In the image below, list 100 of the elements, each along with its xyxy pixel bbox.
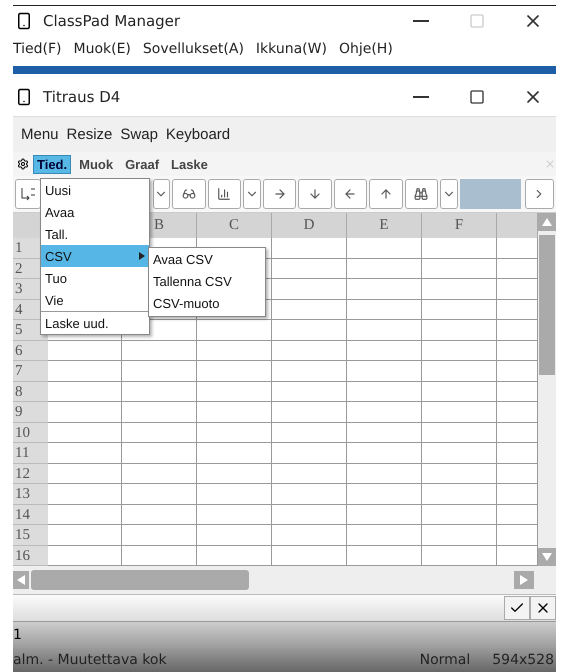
horizontal-scrollbar[interactable] — [13, 566, 556, 594]
table-cell[interactable] — [497, 402, 538, 422]
table-cell[interactable] — [122, 422, 197, 443]
table-cell[interactable] — [422, 258, 497, 279]
table-cell[interactable] — [122, 484, 197, 504]
table-cell[interactable] — [422, 546, 497, 566]
menu-item[interactable]: Avaa — [41, 201, 149, 223]
menu-item[interactable]: Avaa CSV — [149, 249, 265, 271]
table-cell[interactable] — [347, 258, 422, 279]
table-cell[interactable] — [422, 300, 497, 320]
table-cell[interactable] — [197, 525, 272, 546]
table-cell[interactable] — [422, 279, 497, 300]
table-cell[interactable] — [347, 361, 422, 382]
table-cell[interactable] — [347, 525, 422, 546]
table-cell[interactable] — [347, 504, 422, 525]
table-cell[interactable] — [347, 422, 422, 443]
table-cell[interactable] — [272, 525, 347, 546]
vertical-scrollbar[interactable] — [538, 213, 556, 566]
scroll-right-button[interactable] — [524, 179, 554, 209]
menu-tab[interactable]: Tied. — [33, 154, 72, 174]
toolbar-button[interactable] — [15, 179, 41, 209]
table-cell[interactable] — [122, 546, 197, 566]
table-cell[interactable] — [48, 504, 122, 525]
scroll-left-button[interactable] — [13, 571, 29, 589]
table-cell[interactable] — [422, 238, 497, 258]
scroll-thumb[interactable] — [31, 570, 249, 590]
table-cell[interactable] — [272, 484, 347, 504]
table-cell[interactable] — [497, 320, 538, 340]
table-cell[interactable] — [272, 320, 347, 340]
table-cell[interactable] — [347, 402, 422, 422]
table-cell[interactable] — [422, 382, 497, 402]
table-cell[interactable] — [197, 361, 272, 382]
table-cell[interactable] — [122, 504, 197, 525]
menu-item[interactable]: Keyboard — [166, 126, 230, 143]
table-cell[interactable] — [497, 258, 538, 279]
table-cell[interactable] — [497, 300, 538, 320]
table-cell[interactable] — [272, 279, 347, 300]
table-cell[interactable] — [347, 464, 422, 484]
table-cell[interactable] — [497, 361, 538, 382]
table-cell[interactable] — [497, 340, 538, 361]
table-cell[interactable] — [422, 464, 497, 484]
table-cell[interactable] — [197, 382, 272, 402]
table-cell[interactable] — [197, 464, 272, 484]
table-cell[interactable] — [48, 382, 122, 402]
menu-item[interactable]: Ohje(H) — [338, 41, 393, 57]
table-cell[interactable] — [197, 402, 272, 422]
table-cell[interactable] — [497, 484, 538, 504]
menu-item[interactable]: Swap — [120, 126, 158, 143]
cancel-button[interactable] — [530, 596, 556, 620]
toolbar-button[interactable] — [172, 179, 206, 209]
table-cell[interactable] — [48, 546, 122, 566]
table-cell[interactable] — [197, 320, 272, 340]
table-cell[interactable] — [122, 361, 197, 382]
table-cell[interactable] — [197, 546, 272, 566]
table-cell[interactable] — [122, 464, 197, 484]
table-cell[interactable] — [272, 504, 347, 525]
table-cell[interactable] — [122, 525, 197, 546]
table-cell[interactable] — [122, 402, 197, 422]
table-cell[interactable] — [272, 340, 347, 361]
table-cell[interactable] — [48, 422, 122, 443]
table-cell[interactable] — [48, 464, 122, 484]
toolbar-button[interactable] — [208, 179, 242, 209]
table-cell[interactable] — [422, 340, 497, 361]
table-cell[interactable] — [197, 484, 272, 504]
menu-item[interactable]: Resize — [66, 126, 112, 143]
table-cell[interactable] — [347, 279, 422, 300]
scroll-up-button[interactable] — [538, 213, 556, 231]
table-cell[interactable] — [122, 382, 197, 402]
menu-tab[interactable]: Muok — [75, 154, 118, 174]
table-cell[interactable] — [422, 402, 497, 422]
table-cell[interactable] — [497, 525, 538, 546]
settings-icon[interactable] — [17, 158, 29, 170]
menu-item[interactable]: CSV — [41, 245, 149, 267]
table-cell[interactable] — [272, 402, 347, 422]
table-cell[interactable] — [48, 361, 122, 382]
table-cell[interactable] — [497, 279, 538, 300]
table-cell[interactable] — [347, 340, 422, 361]
table-cell[interactable] — [122, 443, 197, 464]
table-cell[interactable] — [122, 340, 197, 361]
table-cell[interactable] — [272, 361, 347, 382]
table-cell[interactable] — [272, 238, 347, 258]
menu-item[interactable]: Menu — [21, 126, 59, 143]
table-cell[interactable] — [347, 238, 422, 258]
table-cell[interactable] — [197, 422, 272, 443]
menu-item[interactable]: Tied(F) — [13, 41, 62, 57]
table-cell[interactable] — [422, 525, 497, 546]
menu-item[interactable]: Laske uud. — [41, 311, 149, 334]
table-cell[interactable] — [197, 443, 272, 464]
table-cell[interactable] — [497, 443, 538, 464]
table-cell[interactable] — [422, 504, 497, 525]
table-cell[interactable] — [197, 504, 272, 525]
menu-item[interactable]: Uusi — [41, 179, 149, 201]
table-cell[interactable] — [347, 300, 422, 320]
table-cell[interactable] — [272, 300, 347, 320]
table-cell[interactable] — [497, 238, 538, 258]
table-cell[interactable] — [497, 464, 538, 484]
menu-tab[interactable]: Graaf — [121, 154, 164, 174]
table-cell[interactable] — [48, 443, 122, 464]
table-cell[interactable] — [347, 320, 422, 340]
table-cell[interactable] — [272, 382, 347, 402]
